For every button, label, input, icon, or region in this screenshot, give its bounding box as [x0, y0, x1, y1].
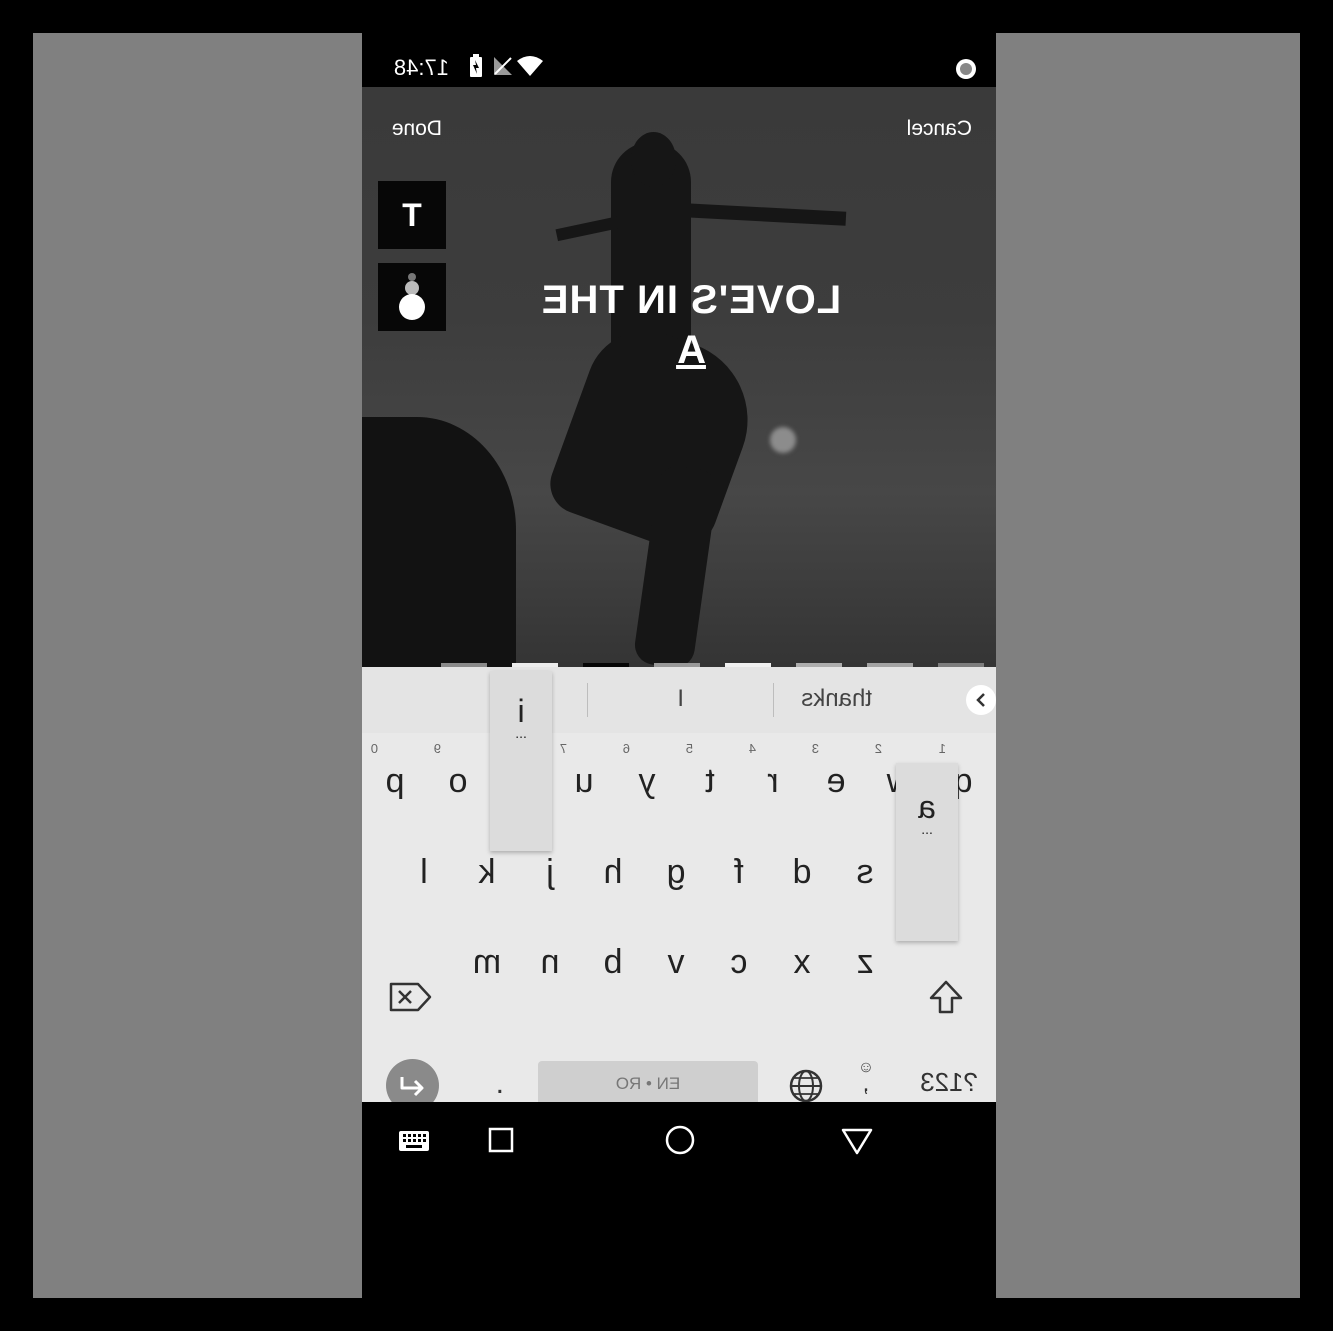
overlay-text-line1: LOVE'S IN THE	[540, 278, 842, 322]
overlay-text-line2: A	[676, 328, 706, 372]
key-h[interactable]: h	[584, 836, 642, 908]
left-letterbox	[33, 33, 362, 1298]
comma-label: ,	[862, 1070, 870, 1097]
key-c[interactable]: c	[710, 926, 768, 998]
dancer-arm-silhouette	[665, 202, 847, 226]
suggestion-divider	[587, 683, 588, 717]
left-rock-silhouette	[362, 417, 516, 667]
key-popup-a: a ...	[896, 763, 958, 941]
key-hint-r: 4	[748, 741, 756, 756]
sun-glow	[770, 427, 796, 453]
key-b[interactable]: b	[584, 926, 642, 998]
text-style-button[interactable]: T	[378, 181, 446, 249]
keyboard: thanks I q1w2e3r4t5y6u7i8o9p0 asdfghjkl …	[362, 667, 996, 1112]
key-f[interactable]: f	[710, 836, 768, 908]
text-color-icon	[399, 273, 425, 320]
key-v[interactable]: v	[647, 926, 705, 998]
popup-i-letter: i	[517, 693, 525, 729]
popup-i-dots: ...	[515, 725, 527, 741]
bottom-black-area	[362, 1178, 996, 1298]
back-icon[interactable]	[840, 1126, 874, 1156]
key-hint-q: 1	[938, 741, 946, 756]
key-l[interactable]: l	[395, 836, 453, 908]
key-hint-w: 2	[874, 741, 882, 756]
space-bar-label: EN • RO	[615, 1074, 681, 1093]
key-z[interactable]: z	[836, 926, 894, 998]
suggestion-I[interactable]: I	[677, 685, 684, 713]
record-indicator-icon	[956, 59, 976, 79]
enter-icon	[401, 1076, 424, 1096]
mirrored-content: 17:48 Cancel Done T LOVE'S IN THE A than…	[362, 33, 996, 1298]
key-g[interactable]: g	[647, 836, 705, 908]
story-photo: Cancel Done T LOVE'S IN THE A	[362, 87, 996, 667]
key-n[interactable]: n	[521, 926, 579, 998]
key-d[interactable]: d	[773, 836, 831, 908]
chevron-right-icon[interactable]	[966, 685, 996, 715]
story-text-overlay[interactable]: LOVE'S IN THE A	[506, 275, 876, 375]
wifi-icon	[517, 56, 543, 76]
key-s[interactable]: s	[836, 836, 894, 908]
suggestion-thanks[interactable]: thanks	[801, 685, 872, 713]
dancer-head-silhouette	[631, 132, 676, 187]
done-button[interactable]: Done	[392, 117, 442, 141]
popup-a-dots: ...	[921, 821, 933, 837]
key-hint-p: 0	[370, 741, 378, 756]
key-hint-t: 5	[685, 741, 693, 756]
key-m[interactable]: m	[458, 926, 516, 998]
shift-icon[interactable]	[928, 979, 964, 1015]
backspace-icon[interactable]	[388, 981, 432, 1013]
key-hint-u: 7	[559, 741, 567, 756]
suggestion-bar: thanks I	[362, 667, 996, 733]
signal-off-icon	[494, 57, 512, 75]
key-x[interactable]: x	[773, 926, 831, 998]
suggestion-divider	[773, 683, 774, 717]
battery-charging-icon	[470, 54, 482, 77]
key-hint-y: 6	[622, 741, 630, 756]
recents-icon[interactable]	[487, 1126, 515, 1154]
space-bar[interactable]: EN • RO	[538, 1061, 758, 1107]
popup-a-letter: a	[918, 789, 936, 825]
cancel-button[interactable]: Cancel	[907, 117, 972, 141]
period-key[interactable]: .	[496, 1067, 504, 1101]
globe-icon[interactable]	[788, 1068, 824, 1104]
key-hint-e: 3	[811, 741, 819, 756]
key-hint-o: 9	[433, 741, 441, 756]
text-style-icon: T	[402, 196, 422, 233]
text-color-button[interactable]	[378, 263, 446, 331]
nav-bar	[362, 1102, 996, 1178]
status-bar: 17:48	[362, 33, 996, 87]
phone-screen: 17:48 Cancel Done T LOVE'S IN THE A than…	[362, 33, 996, 1298]
key-popup-i: i ...	[490, 671, 552, 851]
home-icon[interactable]	[664, 1124, 696, 1156]
right-letterbox	[996, 33, 1300, 1298]
symbols-key[interactable]: ?123	[920, 1067, 978, 1098]
keyboard-icon[interactable]	[398, 1130, 430, 1152]
status-time: 17:48	[393, 55, 449, 80]
